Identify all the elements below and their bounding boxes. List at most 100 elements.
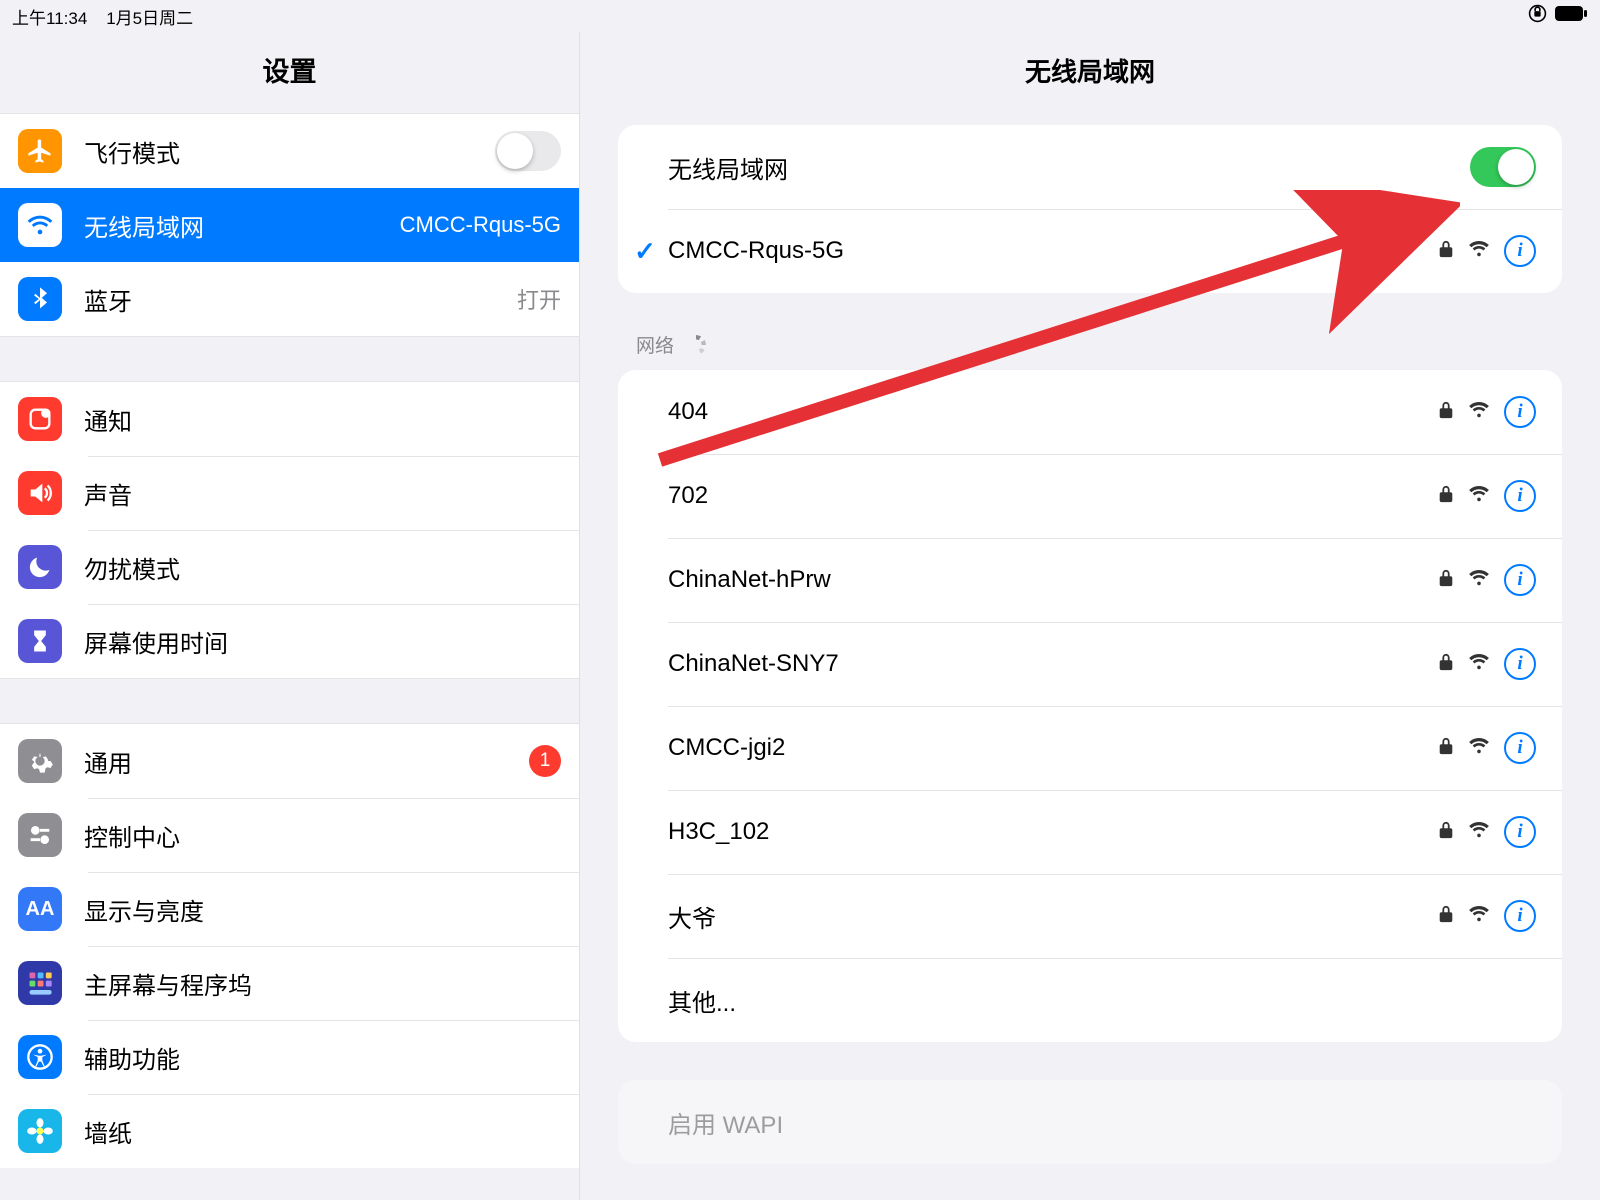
networks-header-label: 网络 <box>636 331 674 358</box>
sidebar-item-display[interactable]: AA 显示与亮度 <box>0 872 579 946</box>
network-row[interactable]: ChinaNet-hPrw i <box>618 538 1562 622</box>
info-icon[interactable]: i <box>1504 732 1536 764</box>
info-icon[interactable]: i <box>1504 816 1536 848</box>
wifi-master-toggle[interactable] <box>1470 147 1536 187</box>
lock-icon <box>1438 483 1454 509</box>
info-icon[interactable]: i <box>1504 396 1536 428</box>
other-network-row[interactable]: 其他... <box>618 958 1562 1042</box>
network-ssid: ChinaNet-SNY7 <box>668 650 839 678</box>
network-row[interactable]: ChinaNet-SNY7 i <box>618 622 1562 706</box>
sidebar-item-bluetooth[interactable]: 蓝牙 打开 <box>0 262 579 336</box>
wapi-group: 启用 WAPI <box>618 1080 1562 1164</box>
sidebar-item-label: 蓝牙 <box>84 282 132 317</box>
network-row[interactable]: H3C_102i <box>618 790 1562 874</box>
orientation-lock-icon <box>1528 4 1547 28</box>
grid-icon <box>18 961 62 1005</box>
network-row[interactable]: 702 i <box>618 454 1562 538</box>
sidebar-item-homescreen[interactable]: 主屏幕与程序坞 <box>0 946 579 1020</box>
wifi-strength-icon <box>1468 399 1490 425</box>
lock-icon <box>1438 567 1454 593</box>
sidebar-item-accessibility[interactable]: 辅助功能 <box>0 1020 579 1094</box>
notification-icon <box>18 397 62 441</box>
sidebar-item-label: 屏幕使用时间 <box>84 624 228 659</box>
network-ssid: 404 <box>668 398 708 426</box>
sidebar-item-label: 主屏幕与程序坞 <box>84 966 252 1001</box>
network-ssid: 702 <box>668 482 708 510</box>
network-ssid: CMCC-jgi2 <box>668 734 785 762</box>
gear-icon <box>18 739 62 783</box>
wifi-master-label: 无线局域网 <box>668 150 788 185</box>
other-label: 其他... <box>668 983 736 1018</box>
sidebar-item-label: 通知 <box>84 402 132 437</box>
wifi-master-toggle-row[interactable]: 无线局域网 <box>618 125 1562 209</box>
statusbar-time: 上午11:34 <box>12 9 87 28</box>
info-icon[interactable]: i <box>1504 235 1536 267</box>
wifi-settings-detail: 无线局域网 无线局域网 ✓ CMCC-Rqus-5G i <box>580 32 1600 1200</box>
sliders-icon <box>18 813 62 857</box>
accessibility-icon <box>18 1035 62 1079</box>
info-icon[interactable]: i <box>1504 900 1536 932</box>
sidebar-group-connectivity: 飞行模式 无线局域网 CMCC-Rqus-5G 蓝牙 打开 <box>0 113 579 337</box>
wifi-strength-icon <box>1468 483 1490 509</box>
enable-wapi-row[interactable]: 启用 WAPI <box>618 1080 1562 1164</box>
sidebar-item-label: 墙纸 <box>84 1114 132 1149</box>
sidebar-item-label: 声音 <box>84 476 132 511</box>
network-row[interactable]: CMCC-jgi2 i <box>618 706 1562 790</box>
sidebar-item-airplane[interactable]: 飞行模式 <box>0 114 579 188</box>
wifi-strength-icon <box>1468 735 1490 761</box>
sidebar-item-dnd[interactable]: 勿扰模式 <box>0 530 579 604</box>
networks-section-header: 网络 <box>618 331 1562 370</box>
spinner-icon <box>686 335 706 355</box>
sidebar-item-wallpaper[interactable]: 墙纸 <box>0 1094 579 1168</box>
sidebar-item-control-center[interactable]: 控制中心 <box>0 798 579 872</box>
hourglass-icon <box>18 619 62 663</box>
sidebar-item-detail: CMCC-Rqus-5G <box>400 212 561 238</box>
sidebar-item-label: 通用 <box>84 744 132 779</box>
wifi-strength-icon <box>1468 651 1490 677</box>
network-ssid: 大爷 <box>668 899 716 934</box>
wifi-connected-row[interactable]: ✓ CMCC-Rqus-5G i <box>618 209 1562 293</box>
network-ssid: ChinaNet-hPrw <box>668 566 831 594</box>
flower-icon <box>18 1109 62 1153</box>
lock-icon <box>1438 651 1454 677</box>
sidebar-item-label: 显示与亮度 <box>84 892 204 927</box>
wifi-strength-icon <box>1468 903 1490 929</box>
sidebar-item-notifications[interactable]: 通知 <box>0 382 579 456</box>
wifi-strength-icon <box>1468 567 1490 593</box>
airplane-toggle[interactable] <box>495 131 561 171</box>
battery-icon <box>1554 5 1588 27</box>
sidebar-group-system: 通用 1 控制中心 AA 显示与亮度 主屏幕与程序坞 <box>0 723 579 1168</box>
detail-title: 无线局域网 <box>580 32 1600 125</box>
sidebar-item-wifi[interactable]: 无线局域网 CMCC-Rqus-5G <box>0 188 579 262</box>
airplane-icon <box>18 129 62 173</box>
moon-icon <box>18 545 62 589</box>
textsize-icon: AA <box>18 887 62 931</box>
sidebar-item-label: 控制中心 <box>84 818 180 853</box>
network-row[interactable]: 大爷 i <box>618 874 1562 958</box>
wifi-toggle-group: 无线局域网 ✓ CMCC-Rqus-5G i <box>618 125 1562 293</box>
wifi-strength-icon <box>1468 238 1490 264</box>
info-icon[interactable]: i <box>1504 564 1536 596</box>
available-networks-list: 404i702iChinaNet-hPrwiChinaNet-SNY7iCMCC… <box>618 370 1562 1042</box>
statusbar-date: 1月5日周二 <box>106 9 193 28</box>
wifi-icon <box>18 203 62 247</box>
lock-icon <box>1438 903 1454 929</box>
sidebar-item-sound[interactable]: 声音 <box>0 456 579 530</box>
network-row[interactable]: 404 i <box>618 370 1562 454</box>
info-icon[interactable]: i <box>1504 648 1536 680</box>
sidebar-item-general[interactable]: 通用 1 <box>0 724 579 798</box>
statusbar: 上午11:34 1月5日周二 <box>0 0 1600 32</box>
sidebar-item-screentime[interactable]: 屏幕使用时间 <box>0 604 579 678</box>
settings-sidebar: 设置 飞行模式 无线局域网 CMCC-Rqus-5G <box>0 32 580 1200</box>
sidebar-title: 设置 <box>0 32 579 113</box>
sound-icon <box>18 471 62 515</box>
lock-icon <box>1438 735 1454 761</box>
wifi-strength-icon <box>1468 819 1490 845</box>
lock-icon <box>1438 399 1454 425</box>
connected-ssid: CMCC-Rqus-5G <box>668 237 844 265</box>
info-icon[interactable]: i <box>1504 480 1536 512</box>
sidebar-item-label: 无线局域网 <box>84 208 204 243</box>
sidebar-item-label: 勿扰模式 <box>84 550 180 585</box>
lock-icon <box>1438 238 1454 264</box>
sidebar-item-detail: 打开 <box>517 283 561 315</box>
